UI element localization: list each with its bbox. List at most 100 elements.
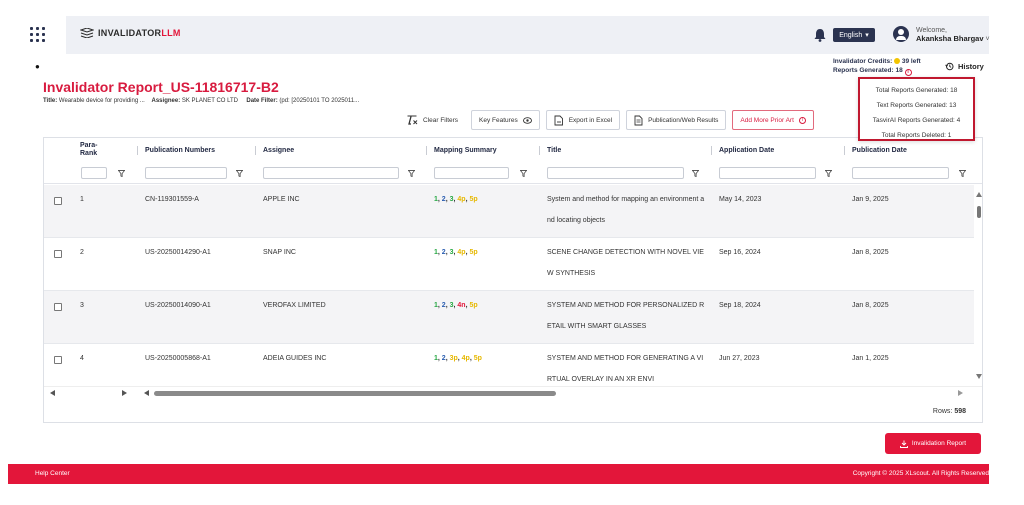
add-prior-art-button[interactable]: Add More Prior Art i	[732, 110, 814, 130]
mapping-claim-token[interactable]: 4p	[457, 196, 465, 203]
scroll-down-icon[interactable]	[976, 374, 982, 379]
header-assignee[interactable]: Assignee	[255, 138, 295, 162]
cell-mapping-summary[interactable]: 1, 2, 3p, 4p, 5p	[434, 355, 482, 362]
mapping-claim-token[interactable]: 4p	[462, 355, 470, 362]
filter-icon[interactable]	[118, 170, 125, 177]
row-checkbox[interactable]	[54, 356, 62, 364]
title-label: Title:	[43, 98, 58, 104]
mapping-claim-token[interactable]: 5p	[469, 249, 477, 256]
cell-title: SYSTEM AND METHOD FOR GENERATING A VIRTU…	[547, 355, 704, 383]
header-publication-numbers[interactable]: Publication Numbers	[137, 138, 215, 162]
clear-filter-icon	[407, 115, 418, 125]
row-checkbox[interactable]	[54, 303, 62, 311]
assignee-label: Assignee:	[151, 98, 181, 104]
history-button[interactable]: History	[939, 59, 990, 73]
help-center-link[interactable]: Help Center	[35, 470, 70, 477]
table-row[interactable]: 4 US-20250005868-A1 ADEIA GUIDES INC 1, …	[44, 344, 974, 388]
key-features-label: Key Features	[479, 116, 518, 124]
header-assignee-label: Assignee	[263, 146, 295, 154]
scroll-left-icon[interactable]	[144, 390, 149, 396]
horizontal-scroll-thumb[interactable]	[154, 391, 556, 396]
cell-rank: 4	[80, 355, 84, 362]
mapping-claim-token[interactable]: 4n	[457, 302, 465, 309]
filter-input-mapping[interactable]	[434, 167, 509, 179]
cell-mapping-summary[interactable]: 1, 2, 3, 4n, 5p	[434, 302, 478, 309]
row-checkbox[interactable]	[54, 197, 62, 205]
cell-rank: 1	[80, 196, 84, 203]
user-avatar-icon[interactable]	[893, 26, 909, 42]
scroll-up-icon[interactable]	[976, 192, 982, 197]
filter-input-publication-date[interactable]	[852, 167, 949, 179]
filter-icon[interactable]	[959, 170, 966, 177]
cell-title: System and method for mapping an environ…	[547, 196, 705, 224]
table-row[interactable]: 2 US-20250014290-A1 SNAP INC 1, 2, 3, 4p…	[44, 238, 974, 291]
header-title-label: Title	[547, 146, 562, 154]
bell-icon[interactable]	[814, 28, 826, 42]
scroll-right-icon[interactable]	[122, 390, 127, 396]
date-filter-value: (pd: [20250101 TO 2025011...	[279, 98, 360, 104]
cell-publication[interactable]: CN-119301559-A	[145, 196, 199, 203]
cell-publication[interactable]: US-20250014090-A1	[145, 302, 211, 309]
filter-input-title[interactable]	[547, 167, 684, 179]
header-mapping-summary[interactable]: Mapping Summary	[426, 138, 497, 162]
language-select[interactable]: English ▾	[833, 28, 875, 42]
filter-icon[interactable]	[692, 170, 699, 177]
cell-publication-date: Jan 1, 2025	[852, 355, 889, 362]
header-para-rank[interactable]: Para- Rank	[80, 138, 110, 162]
table-row[interactable]: 1 CN-119301559-A APPLE INC 1, 2, 3, 4p, …	[44, 185, 974, 238]
rows-count: Rows: 598	[933, 408, 966, 415]
clear-filters-button[interactable]: Clear Filters	[400, 110, 466, 130]
apps-menu-button[interactable]	[8, 14, 66, 54]
scroll-thumb[interactable]	[977, 206, 981, 218]
user-menu[interactable]: Welcome, Akanksha Bhargav ˅	[916, 27, 990, 44]
filter-icon[interactable]	[408, 170, 415, 177]
header-title[interactable]: Title	[539, 138, 562, 162]
cell-mapping-summary[interactable]: 1, 2, 3, 4p, 5p	[434, 249, 478, 256]
cell-publication-date: Jan 8, 2025	[852, 302, 889, 309]
brand-name-prefix: INVALIDATOR	[98, 28, 162, 38]
credits-panel: Invalidator Credits: 39 left Reports Gen…	[833, 57, 921, 76]
row-checkbox[interactable]	[54, 250, 62, 258]
publication-web-results-button[interactable]: Publication/Web Results	[626, 110, 727, 130]
report-meta: Title: Wearable device for providing ...…	[43, 98, 359, 104]
copyright-text: Copyright © 2025 XLscout. All Rights Res…	[852, 470, 989, 477]
mapping-claim-token[interactable]: 5p	[469, 196, 477, 203]
filter-row	[44, 162, 982, 184]
invalidation-report-button[interactable]: Invalidation Report	[885, 433, 981, 454]
filter-input-application-date[interactable]	[719, 167, 816, 179]
export-excel-button[interactable]: Export in Excel	[545, 110, 621, 130]
reports-generated-value: 18	[895, 67, 903, 74]
mapping-claim-token[interactable]: 5p	[474, 355, 482, 362]
horizontal-scrollbar[interactable]	[44, 386, 982, 400]
cell-mapping-summary[interactable]: 1, 2, 3, 4p, 5p	[434, 196, 478, 203]
vertical-scrollbar[interactable]	[974, 184, 982, 396]
cell-publication[interactable]: US-20250005868-A1	[145, 355, 211, 362]
filter-input-publication[interactable]	[145, 167, 227, 179]
cell-title: SCENE CHANGE DETECTION WITH NOVEL VIEW S…	[547, 249, 704, 277]
download-icon	[899, 440, 908, 448]
filter-input-para-rank[interactable]	[81, 167, 107, 179]
info-icon[interactable]: i	[904, 69, 912, 76]
brand-logo-icon	[80, 28, 94, 38]
scroll-left-icon[interactable]	[50, 390, 55, 396]
cell-publication[interactable]: US-20250014290-A1	[145, 249, 211, 256]
results-table: Para- Rank Publication Numbers Assignee …	[43, 137, 983, 423]
key-features-button[interactable]: Key Features	[471, 110, 540, 130]
brand-logo[interactable]: INVALIDATORLLM	[80, 28, 181, 38]
mapping-claim-token[interactable]: 5p	[469, 302, 477, 309]
credits-label: Invalidator Credits:	[833, 58, 893, 65]
mapping-claim-token[interactable]: 3p	[450, 355, 458, 362]
scroll-right-icon[interactable]	[958, 390, 963, 396]
add-prior-art-label: Add More Prior Art	[740, 116, 794, 124]
filter-icon[interactable]	[520, 170, 527, 177]
table-row[interactable]: 3 US-20250014090-A1 VEROFAX LIMITED 1, 2…	[44, 291, 974, 344]
header-application-date[interactable]: Application Date	[711, 138, 774, 162]
reports-generated-label: Reports Generated:	[833, 67, 894, 74]
chevron-down-icon: ▾	[865, 32, 869, 39]
filter-input-assignee[interactable]	[263, 167, 399, 179]
info-icon: i	[798, 116, 806, 124]
filter-icon[interactable]	[236, 170, 243, 177]
mapping-claim-token[interactable]: 4p	[457, 249, 465, 256]
filter-icon[interactable]	[825, 170, 832, 177]
rows-value: 598	[954, 408, 966, 415]
